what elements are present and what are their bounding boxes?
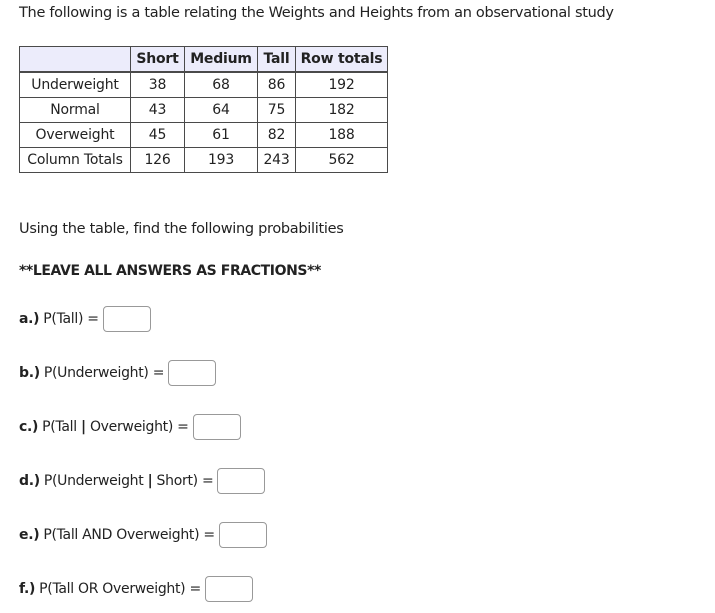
- row-label: Normal: [19, 97, 131, 123]
- question-e: e.) P(Tall AND Overweight) =: [19, 522, 267, 548]
- question-text-post: Overweight) =: [85, 419, 189, 435]
- header-corner: [19, 46, 131, 73]
- question-d: d.) P(Underweight | Short) =: [19, 468, 266, 494]
- table-cell: 86: [257, 71, 296, 98]
- weights-heights-table: Short Medium Tall Row totals Underweight…: [19, 46, 388, 173]
- question-text: P(Tall AND Overweight) =: [43, 527, 215, 543]
- table-cell: 75: [257, 97, 296, 123]
- question-text: P(Tall: [42, 419, 81, 435]
- question-text: P(Underweight: [43, 473, 148, 489]
- table-row: Underweight 38 68 86 192: [19, 71, 388, 98]
- header-medium: Medium: [184, 46, 258, 73]
- question-b: b.) P(Underweight) =: [19, 360, 217, 386]
- question-f: f.) P(Tall OR Overweight) =: [19, 576, 253, 602]
- question-label: f.): [19, 581, 36, 597]
- table-cell: 182: [295, 97, 388, 123]
- table-cell: 188: [295, 122, 388, 148]
- table-header-row: Short Medium Tall Row totals: [19, 46, 388, 73]
- answer-input-c[interactable]: [192, 414, 241, 440]
- table-cell: 45: [130, 122, 185, 148]
- question-label: a.): [19, 311, 40, 327]
- table-row-totals: Column Totals 126 193 243 562: [19, 147, 388, 173]
- row-label: Column Totals: [19, 147, 131, 173]
- header-row-totals: Row totals: [295, 46, 388, 73]
- question-label: c.): [19, 419, 39, 435]
- answer-input-a[interactable]: [102, 306, 151, 332]
- instructions-text: Using the table, find the following prob…: [19, 221, 344, 237]
- row-label: Underweight: [19, 71, 131, 98]
- question-c: c.) P(Tall | Overweight) =: [19, 414, 241, 440]
- answer-input-f[interactable]: [204, 576, 253, 602]
- answer-input-b[interactable]: [168, 360, 217, 386]
- question-text-post: Short) =: [152, 473, 214, 489]
- question-a: a.) P(Tall) =: [19, 306, 151, 332]
- table-cell: 68: [184, 71, 258, 98]
- table-cell: 82: [257, 122, 296, 148]
- question-label: d.): [19, 473, 40, 489]
- table-cell: 64: [184, 97, 258, 123]
- table-cell: 43: [130, 97, 185, 123]
- question-text: P(Underweight) =: [43, 365, 165, 381]
- table-cell: 243: [257, 147, 296, 173]
- table-cell: 193: [184, 147, 258, 173]
- question-label: b.): [19, 365, 40, 381]
- question-label: e.): [19, 527, 40, 543]
- table-cell: 61: [184, 122, 258, 148]
- question-text: P(Tall OR Overweight) =: [39, 581, 201, 597]
- answer-input-e[interactable]: [218, 522, 267, 548]
- question-text: P(Tall) =: [43, 311, 99, 327]
- intro-text: The following is a table relating the We…: [19, 5, 614, 21]
- table-cell: 38: [130, 71, 185, 98]
- table-cell: 562: [295, 147, 388, 173]
- row-label: Overweight: [19, 122, 131, 148]
- table-row: Overweight 45 61 82 188: [19, 122, 388, 148]
- header-tall: Tall: [257, 46, 296, 73]
- fractions-note: **LEAVE ALL ANSWERS AS FRACTIONS**: [19, 263, 321, 279]
- header-short: Short: [130, 46, 185, 73]
- table-row: Normal 43 64 75 182: [19, 97, 388, 123]
- table-cell: 192: [295, 71, 388, 98]
- answer-input-d[interactable]: [217, 468, 266, 494]
- table-cell: 126: [130, 147, 185, 173]
